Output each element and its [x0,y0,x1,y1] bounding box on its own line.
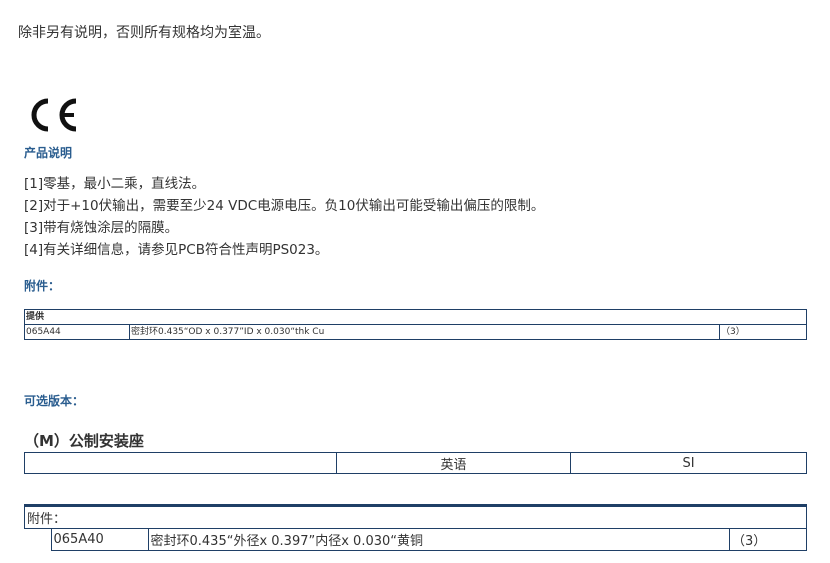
optional-versions-heading: 可选版本： [24,394,85,408]
metric-accessories-table: 附件： 065A40 密封环0.435“外径x 0.397”内径x 0.030“… [24,504,807,551]
note-2: [2]对于+10伏输出，需要至少24 VDC电源电压。负10伏输出可能受输出偏压… [24,198,545,214]
metric-mount-title: （M）公制安装座 [24,432,144,450]
supplied-header: 提供 [24,309,807,325]
metric-mount-table: 英语 SI [24,452,807,474]
ce-mark-icon [31,98,77,132]
intro-text: 除非另有说明，否则所有规格均为室温。 [18,25,270,41]
mount-blank-cell [24,452,337,474]
table-row: 065A44 密封环0.435“OD x 0.377”ID x 0.030“th… [24,324,807,340]
part-quantity: （3） [719,324,807,340]
note-3: [3]带有烧蚀涂层的隔膜。 [24,220,179,236]
note-4: [4]有关详细信息，请参见PCB符合性声明PS023。 [24,242,329,258]
accessories-heading: 附件： [24,279,61,293]
si-column-header: SI [570,452,807,474]
part-description: 密封环0.435“OD x 0.377”ID x 0.030“thk Cu [129,324,720,340]
part-number: 065A44 [24,324,130,340]
part-description: 密封环0.435“外径x 0.397”内径x 0.030“黄铜 [147,528,730,551]
supplied-accessories-table: 提供 065A44 密封环0.435“OD x 0.377”ID x 0.030… [24,309,807,340]
part-quantity: （3） [729,528,807,551]
note-1: [1]零基，最小二乘，直线法。 [24,176,206,192]
part-number: 065A40 [50,528,149,551]
english-column-header: 英语 [336,452,571,474]
metric-accessories-label: 附件： [24,504,807,529]
table-row: 065A40 密封环0.435“外径x 0.397”内径x 0.030“黄铜 （… [24,528,807,551]
product-description-heading: 产品说明 [24,146,73,160]
product-notes: [1]零基，最小二乘，直线法。 [2]对于+10伏输出，需要至少24 VDC电源… [24,173,544,261]
indent-cell [24,528,52,551]
